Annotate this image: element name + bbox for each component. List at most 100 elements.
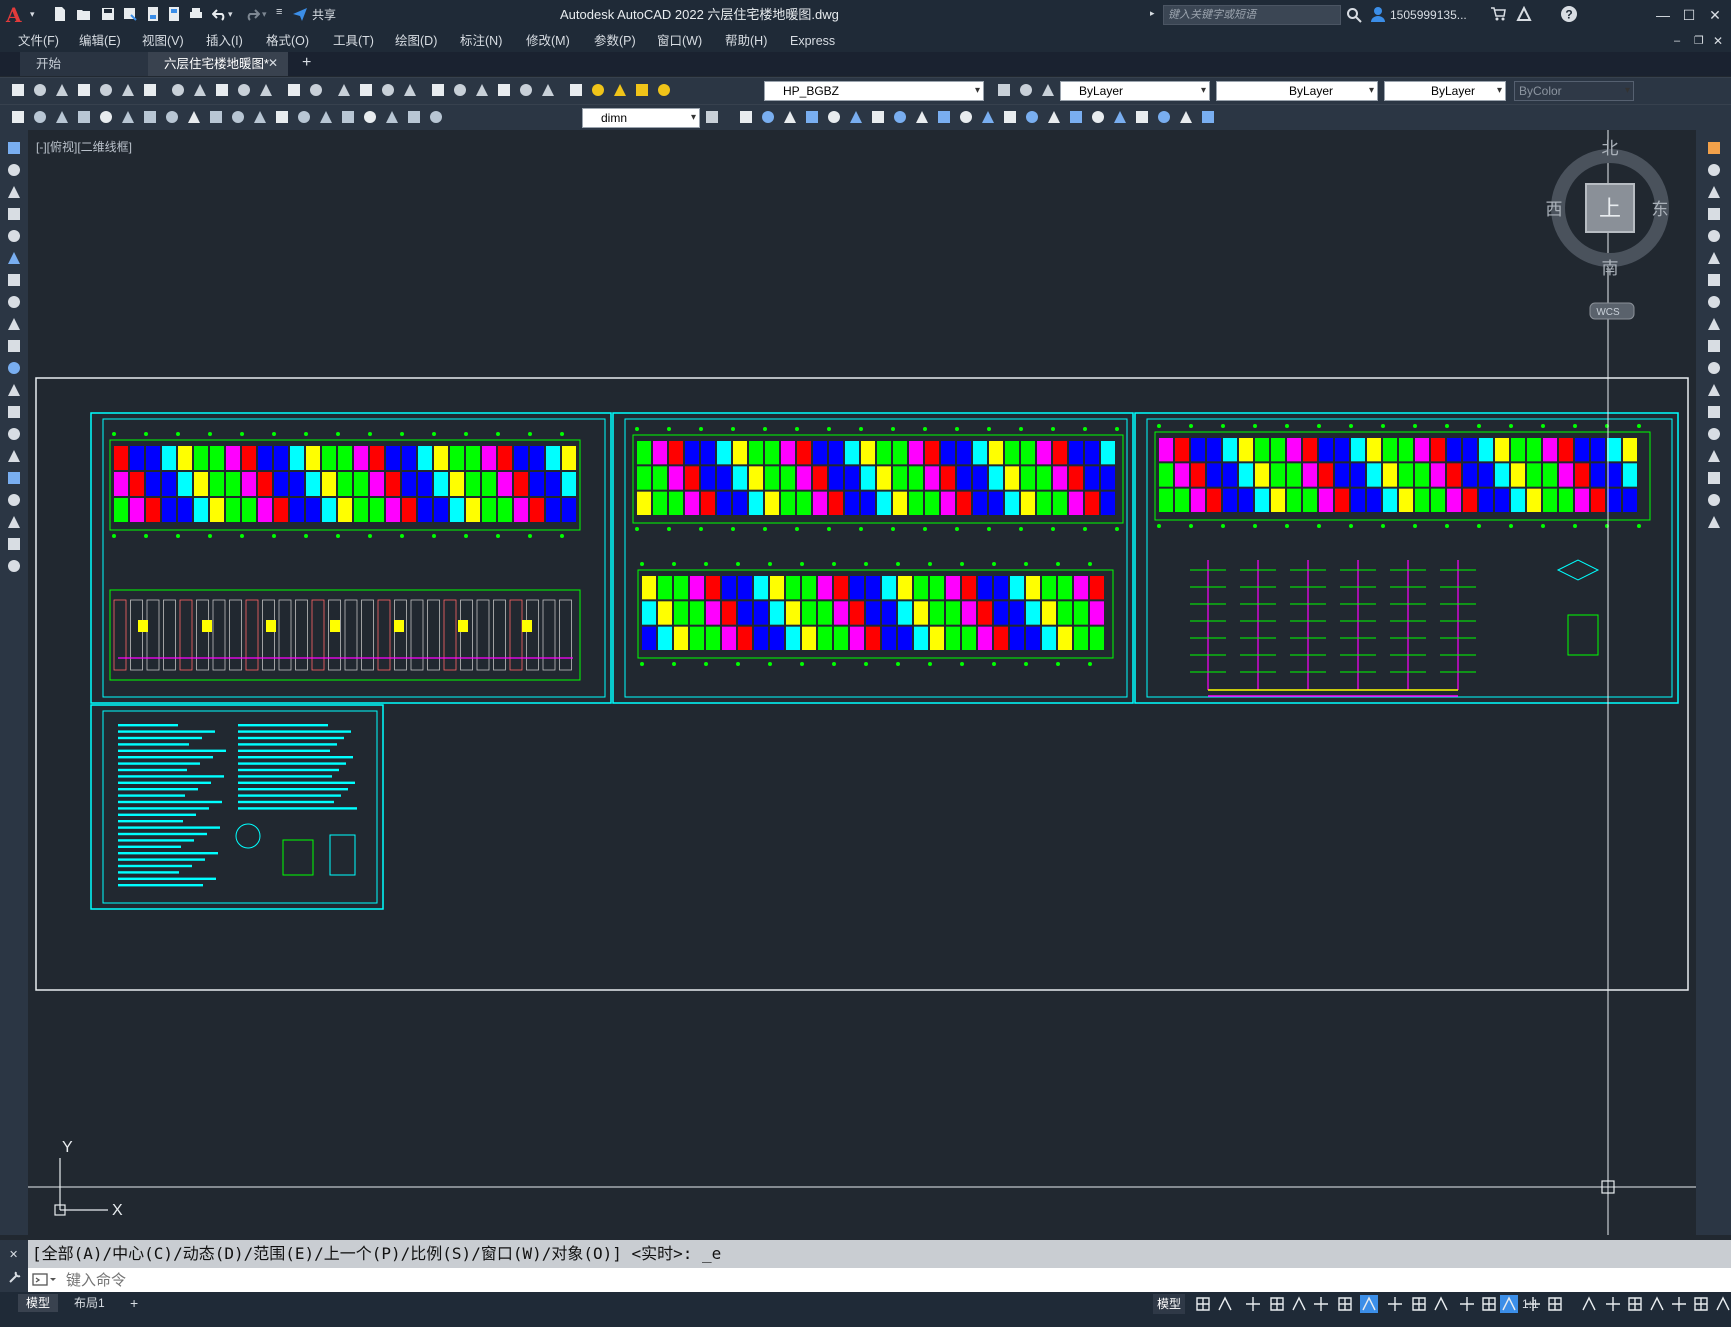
tab-start[interactable]: 开始 (20, 52, 148, 76)
arc-icon[interactable] (6, 250, 22, 266)
zoom-previous-icon[interactable] (402, 82, 418, 98)
menu-modify[interactable]: 修改(M) (526, 30, 570, 52)
trim-icon[interactable] (1706, 338, 1722, 354)
tab-close-icon[interactable]: ✕ (268, 56, 278, 70)
design-center-icon[interactable] (452, 82, 468, 98)
ellipse-arc-icon[interactable] (6, 360, 22, 376)
ortho-icon[interactable] (1290, 1295, 1308, 1313)
scale-icon[interactable] (848, 109, 864, 125)
menu-file[interactable]: 文件(F) (18, 30, 59, 52)
move-icon[interactable] (1706, 250, 1722, 266)
dim-edit-icon[interactable] (384, 109, 400, 125)
rectangular-array-icon[interactable] (1706, 228, 1722, 244)
revision-cloud-icon[interactable] (6, 294, 22, 310)
polar-icon[interactable] (1312, 1295, 1330, 1313)
cart-icon[interactable] (1490, 6, 1506, 22)
dim-ordinate-icon[interactable] (76, 109, 92, 125)
dim-diameter-icon[interactable] (142, 109, 158, 125)
stretch-icon[interactable] (782, 109, 798, 125)
layer-previous-icon[interactable] (1018, 82, 1034, 98)
menu-edit[interactable]: 编辑(E) (79, 30, 121, 52)
tool-palettes-icon[interactable] (474, 82, 490, 98)
help-icon[interactable]: ? (1560, 5, 1578, 23)
menu-dimension[interactable]: 标注(N) (460, 30, 502, 52)
open-web-icon[interactable] (145, 6, 161, 22)
dim-update-icon[interactable] (428, 109, 444, 125)
undo-dropdown-icon[interactable]: ▾ (228, 9, 244, 25)
zoom-window-icon[interactable] (380, 82, 396, 98)
close-button[interactable]: ✕ (1704, 4, 1726, 26)
lineweight-combo[interactable]: ByLayer ▾ (1384, 81, 1506, 101)
extend-icon[interactable] (1706, 360, 1722, 376)
dim-radius-icon[interactable] (98, 109, 114, 125)
annotation-monitor-icon[interactable] (1648, 1295, 1666, 1313)
move-icon[interactable] (738, 109, 754, 125)
inspect-icon[interactable] (340, 109, 356, 125)
viewcube-south[interactable]: 南 (1602, 259, 1619, 279)
viewcube[interactable]: 上 北 南 东 西 WCS (1546, 139, 1669, 320)
3d-object-snap-icon[interactable] (1480, 1295, 1498, 1313)
rotate-icon[interactable] (1706, 272, 1722, 288)
infer-constraints-icon[interactable] (1244, 1295, 1262, 1313)
doc-restore-icon[interactable]: ❐ (1694, 30, 1704, 52)
sheet-plan-1[interactable] (90, 412, 612, 704)
color-combo[interactable]: ByLayer ▾ (1060, 81, 1210, 101)
workspace-icon[interactable] (1626, 1295, 1644, 1313)
layout-tab-model[interactable]: 模型 (18, 1294, 59, 1312)
command-input[interactable] (66, 1270, 1666, 1290)
layer-states-icon[interactable] (1040, 82, 1056, 98)
new-layout-button[interactable]: + (122, 1294, 146, 1312)
explode-icon[interactable] (1024, 109, 1040, 125)
dim-aligned-icon[interactable] (32, 109, 48, 125)
sheet-design-notes[interactable] (90, 704, 384, 910)
quick-properties-icon[interactable] (1692, 1295, 1710, 1313)
grid-icon[interactable] (1194, 1295, 1212, 1313)
tab-drawing[interactable]: 六层住宅楼地暖图* (148, 52, 288, 76)
circle-icon[interactable] (6, 272, 22, 288)
search-input[interactable]: 键入关键字或短语 (1163, 5, 1341, 25)
extend-icon[interactable] (892, 109, 908, 125)
sheet-plan-2[interactable] (612, 412, 1134, 704)
dynamic-input-icon[interactable] (1268, 1295, 1286, 1313)
layer-on-icon[interactable] (612, 82, 628, 98)
publish-icon[interactable] (120, 82, 136, 98)
join-icon[interactable] (1706, 426, 1722, 442)
save-icon[interactable] (100, 6, 116, 22)
match-properties-icon[interactable] (236, 82, 252, 98)
doc-close-icon[interactable]: ✕ (1713, 30, 1723, 52)
transparency-icon[interactable] (1432, 1295, 1450, 1313)
command-customize-icon[interactable] (8, 1270, 22, 1284)
line-icon[interactable] (6, 140, 22, 156)
trim-icon[interactable] (870, 109, 886, 125)
center-mark-icon[interactable] (318, 109, 334, 125)
command-line-handle[interactable]: ✕ (0, 1240, 28, 1292)
object-snap-icon[interactable] (1386, 1295, 1404, 1313)
make-block-icon[interactable] (6, 404, 22, 420)
minimize-button[interactable]: — (1652, 4, 1674, 26)
model-space-toggle[interactable]: 模型 (1153, 1294, 1186, 1314)
user-account[interactable]: 1505999135... (1390, 6, 1467, 24)
object-snap-tracking-icon[interactable] (1360, 1295, 1378, 1313)
units-icon[interactable] (1670, 1295, 1688, 1313)
markup-icon[interactable] (518, 82, 534, 98)
sheet-plan-3[interactable] (1134, 412, 1679, 704)
lengthen-icon[interactable] (1112, 109, 1128, 125)
layer-lock-icon[interactable] (656, 82, 672, 98)
open-icon[interactable] (32, 82, 48, 98)
copy-icon[interactable] (760, 109, 776, 125)
save-as-icon[interactable] (122, 6, 138, 22)
break-at-point-icon[interactable] (1706, 382, 1722, 398)
break-icon[interactable] (1046, 109, 1062, 125)
doc-minimize-icon[interactable]: – (1674, 30, 1680, 52)
cut-icon[interactable] (170, 82, 186, 98)
chamfer-icon[interactable] (936, 109, 952, 125)
make-layer-current-icon[interactable] (996, 82, 1012, 98)
3d-move-icon[interactable] (1178, 109, 1194, 125)
dim-style-icon[interactable] (704, 109, 720, 125)
boolean-icon[interactable] (1156, 109, 1172, 125)
table-icon[interactable] (6, 514, 22, 530)
construction-line-icon[interactable] (6, 162, 22, 178)
linetype-combo[interactable]: ByLayer ▾ (1216, 81, 1378, 101)
menu-draw[interactable]: 绘图(D) (395, 30, 437, 52)
new-file-icon[interactable] (52, 6, 68, 22)
